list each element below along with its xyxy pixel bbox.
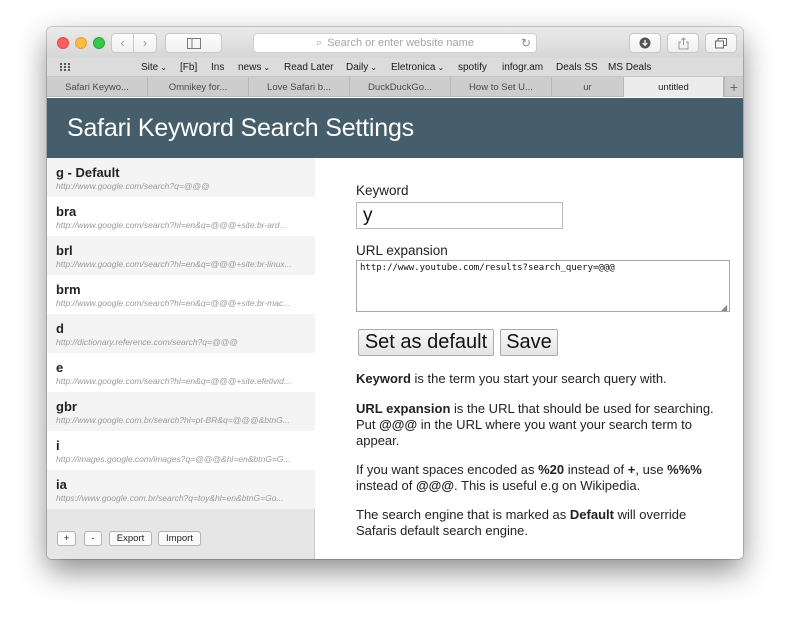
favorite-deals-ss[interactable]: Deals SS <box>556 62 598 73</box>
download-icon <box>639 37 651 49</box>
page-title: Safari Keyword Search Settings <box>67 114 414 142</box>
keyword-name: brl <box>56 243 73 258</box>
reload-icon[interactable]: ↻ <box>521 36 531 50</box>
help-url-expansion: URL expansion is the URL that should be … <box>356 401 714 448</box>
keyword-list: g - Default http://www.google.com/search… <box>47 158 315 516</box>
tab-how-to-set-up[interactable]: How to Set U... <box>451 77 552 97</box>
show-all-tabs-button[interactable] <box>705 33 737 53</box>
keyword-url: http://www.google.com/search?hl=en&q=@@@… <box>56 220 287 230</box>
keyword-url: http://www.google.com/search?hl=en&q=@@@… <box>56 298 291 308</box>
favorite-read-later[interactable]: Read Later <box>284 62 333 73</box>
keyword-url: http://www.google.com/search?hl=en&q=@@@… <box>56 376 291 386</box>
toolbar: ‹ › ⌕ Search or enter website name ↻ <box>47 27 743 58</box>
show-sidebar-button[interactable] <box>165 33 222 53</box>
import-button[interactable]: Import <box>158 531 201 546</box>
keyword-name: bra <box>56 204 77 219</box>
keyword-name: g - Default <box>56 165 120 180</box>
chevron-left-icon: ‹ <box>120 36 125 50</box>
keyword-url: http://images.google.com/images?q=@@@&hl… <box>56 454 291 464</box>
chevron-down-icon: ⌄ <box>263 63 271 72</box>
favorite-eletronica[interactable]: Eletronica ⌄ <box>391 62 444 73</box>
keyword-url: http://www.google.com.br/search?hl=pt-BR… <box>56 415 290 425</box>
favorite-daily[interactable]: Daily ⌄ <box>346 62 377 73</box>
back-button[interactable]: ‹ <box>111 33 134 53</box>
page: Safari Keyword Search Settings g - Defau… <box>47 98 743 559</box>
tab-safari-keywords[interactable]: Safari Keywo... <box>47 77 148 97</box>
forward-button[interactable]: › <box>134 33 157 53</box>
chevron-down-icon: ⌄ <box>160 63 167 72</box>
keyword-url: http://www.google.com/search?q=@@@ <box>56 181 210 191</box>
tab-bar: Safari Keywo... Omnikey for... Love Safa… <box>47 77 743 97</box>
keyword-name: ia <box>56 477 67 492</box>
remove-keyword-button[interactable]: - <box>84 531 102 546</box>
browser-window: ‹ › ⌕ Search or enter website name ↻ Sit… <box>47 27 743 559</box>
keyword-name: d <box>56 321 64 336</box>
nav-buttons: ‹ › <box>111 33 158 53</box>
keyword-input[interactable] <box>356 202 563 229</box>
favorite-ins[interactable]: Ins <box>211 62 224 73</box>
export-button[interactable]: Export <box>109 531 152 546</box>
keyword-name: i <box>56 438 60 453</box>
tabs-overview-icon <box>715 37 727 48</box>
keyword-row[interactable]: ia https://www.google.com.br/search?q=to… <box>47 470 315 509</box>
tab-omnikey[interactable]: Omnikey for... <box>148 77 249 97</box>
close-window-button[interactable] <box>57 37 69 49</box>
keyword-row[interactable]: e http://www.google.com/search?hl=en&q=@… <box>47 353 315 392</box>
tab-untitled[interactable]: untitled <box>624 77 724 97</box>
share-button[interactable] <box>667 33 699 53</box>
keyword-name: e <box>56 360 64 375</box>
chevron-down-icon: ⌄ <box>437 63 445 72</box>
keyword-sidebar: g - Default http://www.google.com/search… <box>47 158 315 559</box>
keyword-label: Keyword <box>356 183 409 198</box>
new-tab-button[interactable]: + <box>724 77 743 97</box>
keyword-row[interactable]: g - Default http://www.google.com/search… <box>47 158 315 197</box>
keyword-url: http://www.google.com/search?hl=en&q=@@@… <box>56 259 292 269</box>
favorites-bar: Site ⌄ [Fb] Ins news ⌄ Read Later Daily ⌄ E… <box>47 58 743 77</box>
favorite-fb[interactable]: [Fb] <box>180 62 197 73</box>
url-expansion-label: URL expansion <box>356 243 448 258</box>
minimize-window-button[interactable] <box>75 37 87 49</box>
share-icon <box>678 36 688 49</box>
search-icon: ⌕ <box>316 36 323 49</box>
keyword-row[interactable]: gbr http://www.google.com.br/search?hl=p… <box>47 392 315 431</box>
fullscreen-window-button[interactable] <box>93 37 105 49</box>
save-button[interactable]: Save <box>500 329 558 356</box>
help-default: The search engine that is marked as Defa… <box>356 507 687 538</box>
resize-grip-icon[interactable]: ◢ <box>721 303 729 312</box>
keyword-row[interactable]: d http://dictionary.reference.com/search… <box>47 314 315 353</box>
tab-duckduckgo[interactable]: DuckDuckGo... <box>350 77 451 97</box>
favorite-infogram[interactable]: infogr.am <box>502 62 543 73</box>
url-expansion-textarea[interactable]: http://www.youtube.com/results?search_qu… <box>356 260 730 312</box>
settings-panel: Keyword URL expansion http://www.youtube… <box>316 158 743 559</box>
header-banner: Safari Keyword Search Settings <box>47 98 743 158</box>
keyword-row[interactable]: bra http://www.google.com/search?hl=en&q… <box>47 197 315 236</box>
chevron-right-icon: › <box>143 36 147 50</box>
keyword-url: http://dictionary.reference.com/search?q… <box>56 337 238 347</box>
keyword-row[interactable]: i http://images.google.com/images?q=@@@&… <box>47 431 315 470</box>
favorite-ms-deals[interactable]: MS Deals <box>608 62 651 73</box>
keyword-row[interactable]: brm http://www.google.com/search?hl=en&q… <box>47 275 315 314</box>
set-as-default-button[interactable]: Set as default <box>358 329 494 356</box>
help-space-encoding: If you want spaces encoded as %20 instea… <box>356 462 702 493</box>
tab-love-safari[interactable]: Love Safari b... <box>249 77 350 97</box>
favorite-site[interactable]: Site ⌄ <box>141 62 167 73</box>
address-placeholder: Search or enter website name <box>327 37 474 49</box>
downloads-button[interactable] <box>629 33 661 53</box>
keyword-row[interactable]: brl http://www.google.com/search?hl=en&q… <box>47 236 315 275</box>
keyword-url: https://www.google.com.br/search?q=toy&h… <box>56 493 284 503</box>
add-keyword-button[interactable]: + <box>57 531 76 546</box>
keyword-name: brm <box>56 282 81 297</box>
favorite-news[interactable]: news ⌄ <box>238 62 270 73</box>
chevron-down-icon: ⌄ <box>370 63 377 72</box>
favorite-spotify[interactable]: spotify <box>458 62 487 73</box>
tab-ur[interactable]: ur <box>552 77 624 97</box>
address-bar[interactable]: ⌕ Search or enter website name ↻ <box>253 33 537 53</box>
keyword-name: gbr <box>56 399 77 414</box>
favorites-grid-icon[interactable] <box>60 63 72 72</box>
sidebar-icon <box>186 37 201 49</box>
help-keyword: Keyword is the term you start your searc… <box>356 371 667 386</box>
